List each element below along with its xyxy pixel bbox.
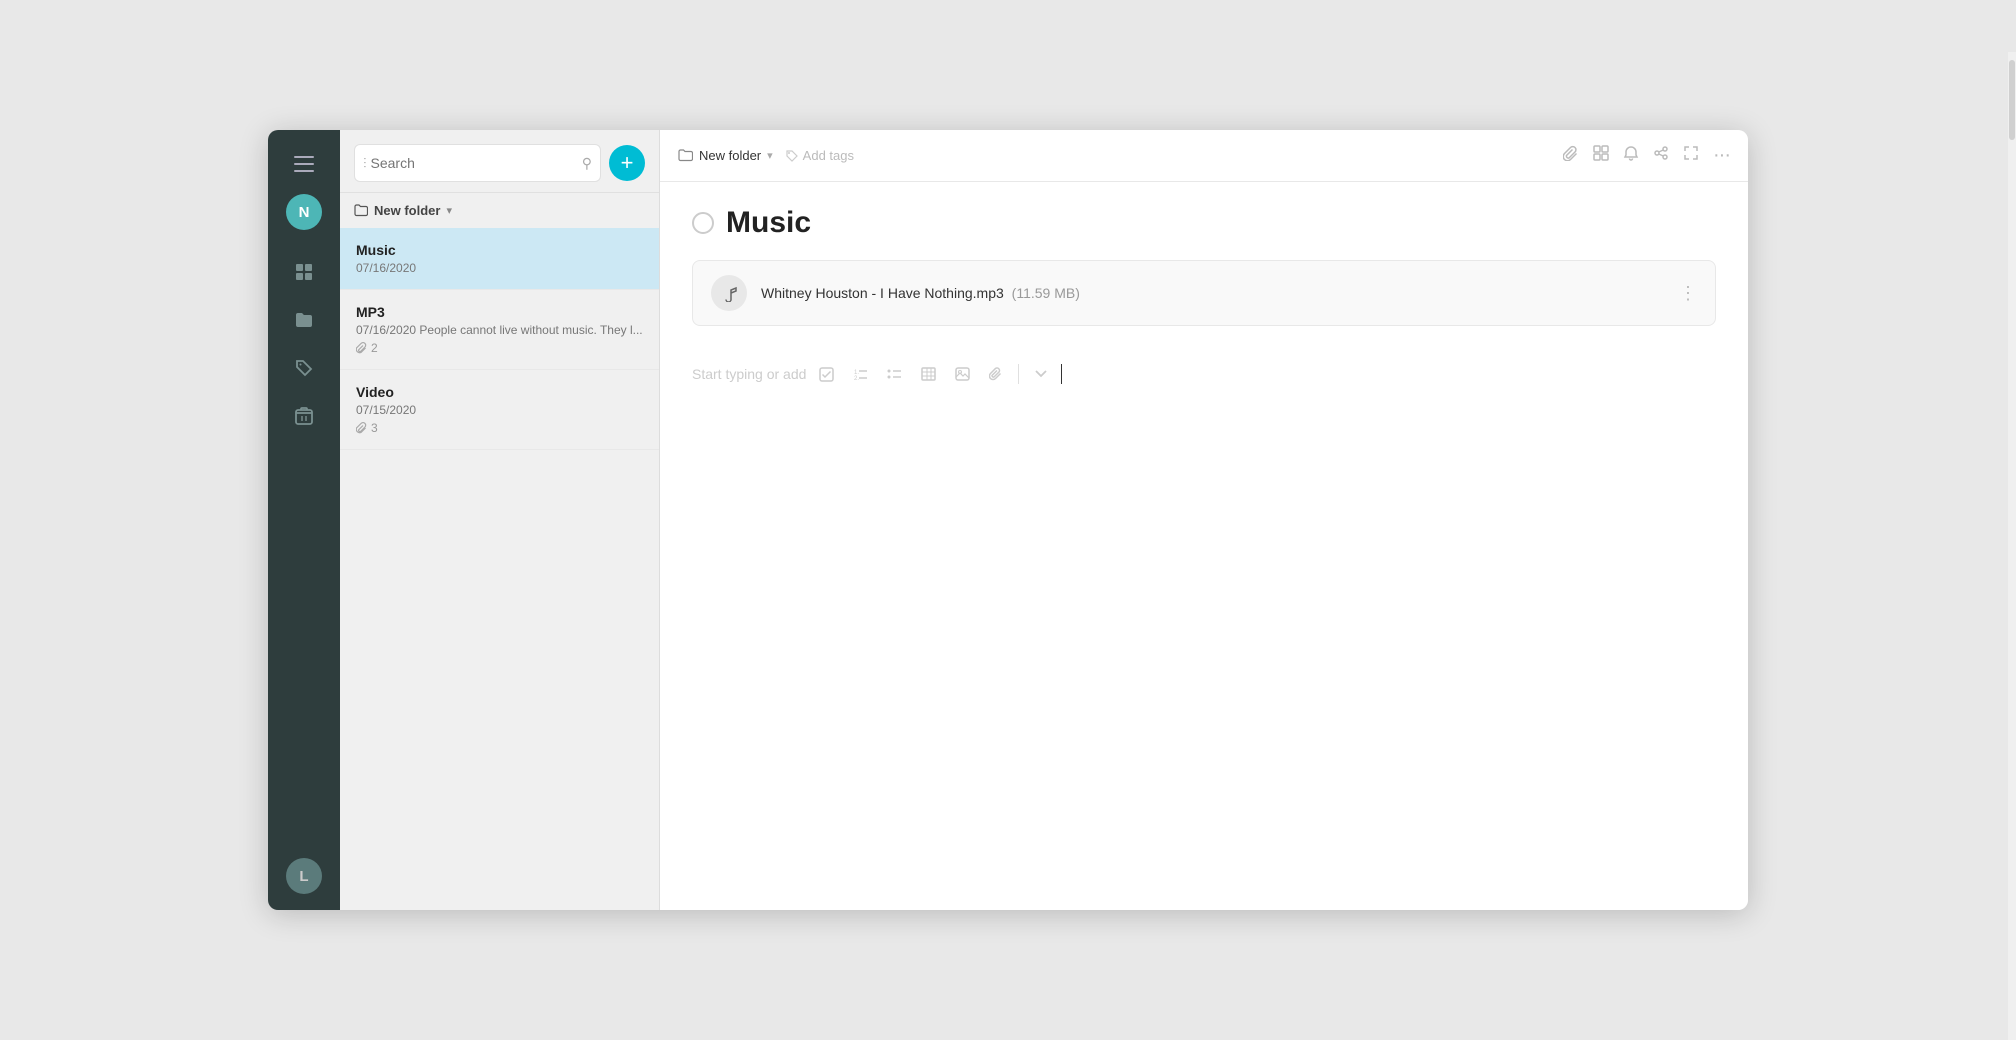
text-cursor <box>1061 364 1062 384</box>
note-meta: 07/16/2020 People cannot live without mu… <box>356 323 643 337</box>
bell-icon[interactable] <box>1623 145 1639 166</box>
editor-toolbar: Start typing or add 1. 2. <box>692 350 1716 398</box>
sidebar-header: ⫶ ⚲ + <box>340 130 659 193</box>
note-title: Music <box>356 242 643 258</box>
music-file-icon <box>711 275 747 311</box>
attachment-block: Whitney Houston - I Have Nothing.mp3 (11… <box>692 260 1716 326</box>
add-note-button[interactable]: + <box>609 145 645 181</box>
breadcrumb-chevron-icon: ▾ <box>767 149 773 162</box>
toolbar-checkbox-button[interactable] <box>812 360 840 388</box>
note-attachments: 2 <box>356 341 643 355</box>
nav-rail: N <box>268 130 340 910</box>
note-item-video[interactable]: Video 07/15/2020 3 <box>340 370 659 450</box>
note-title: Video <box>356 384 643 400</box>
toolbar-image-button[interactable] <box>948 360 976 388</box>
note-attachments: 3 <box>356 421 643 435</box>
toolbar-table-button[interactable] <box>914 360 942 388</box>
nav-icon-trash[interactable] <box>282 394 326 438</box>
attachment-more-button[interactable]: ⋮ <box>1679 283 1697 304</box>
toolbar-attachment-button[interactable] <box>982 360 1010 388</box>
main-content: New folder ▾ Add tags <box>660 130 1748 910</box>
note-date: 07/15/2020 <box>356 403 643 417</box>
toolbar-separator <box>1018 364 1019 384</box>
note-status-circle <box>692 212 714 234</box>
expand-icon[interactable] <box>1683 145 1699 166</box>
breadcrumb: New folder ▾ <box>678 148 773 163</box>
folder-icon <box>354 204 368 217</box>
editor-placeholder[interactable]: Start typing or add <box>692 366 806 382</box>
toolbar-ordered-list-button[interactable]: 1. 2. <box>846 360 874 388</box>
svg-text:2.: 2. <box>854 376 859 381</box>
note-list: Music 07/16/2020 MP3 07/16/2020 People c… <box>340 228 659 910</box>
main-body: Music Whitney Houston - I Have Nothing.m… <box>660 182 1748 910</box>
filter-icon: ⫶ <box>363 155 367 172</box>
breadcrumb-folder-icon <box>678 149 693 163</box>
search-input[interactable] <box>371 155 582 171</box>
attachment-icon[interactable] <box>1563 145 1579 166</box>
more-options-icon[interactable]: ··· <box>1713 144 1730 167</box>
note-item-music[interactable]: Music 07/16/2020 <box>340 228 659 290</box>
sidebar-folder-bar: New folder ▾ <box>340 193 659 228</box>
breadcrumb-folder-name[interactable]: New folder <box>699 148 761 163</box>
sidebar: ⫶ ⚲ + New folder ▾ Music 07/16/2020 MP3 … <box>340 130 660 910</box>
topbar-actions: ··· <box>1563 144 1730 167</box>
note-title: MP3 <box>356 304 643 320</box>
toolbar-unordered-list-button[interactable] <box>880 360 908 388</box>
share-icon[interactable] <box>1653 145 1669 166</box>
main-topbar: New folder ▾ Add tags <box>660 130 1748 182</box>
add-tags-button[interactable]: Add tags <box>785 148 854 163</box>
folder-chevron-icon: ▾ <box>446 204 452 217</box>
search-icon: ⚲ <box>582 155 592 172</box>
note-date: 07/16/2020 <box>356 261 643 275</box>
nav-icon-folder[interactable] <box>282 298 326 342</box>
grid-view-icon[interactable] <box>1593 145 1609 166</box>
attachment-filename: Whitney Houston - I Have Nothing.mp3 (11… <box>761 285 1080 301</box>
user-avatar-n[interactable]: N <box>286 194 322 230</box>
folder-name-label: New folder <box>374 203 440 218</box>
search-box[interactable]: ⫶ ⚲ <box>354 144 601 182</box>
nav-icon-tag[interactable] <box>282 346 326 390</box>
nav-icon-grid[interactable] <box>282 250 326 294</box>
note-item-mp3[interactable]: MP3 07/16/2020 People cannot live withou… <box>340 290 659 370</box>
hamburger-menu-button[interactable] <box>286 146 322 182</box>
user-avatar-l[interactable]: L <box>286 858 322 894</box>
note-heading[interactable]: Music <box>726 206 811 240</box>
toolbar-more-button[interactable] <box>1027 360 1055 388</box>
